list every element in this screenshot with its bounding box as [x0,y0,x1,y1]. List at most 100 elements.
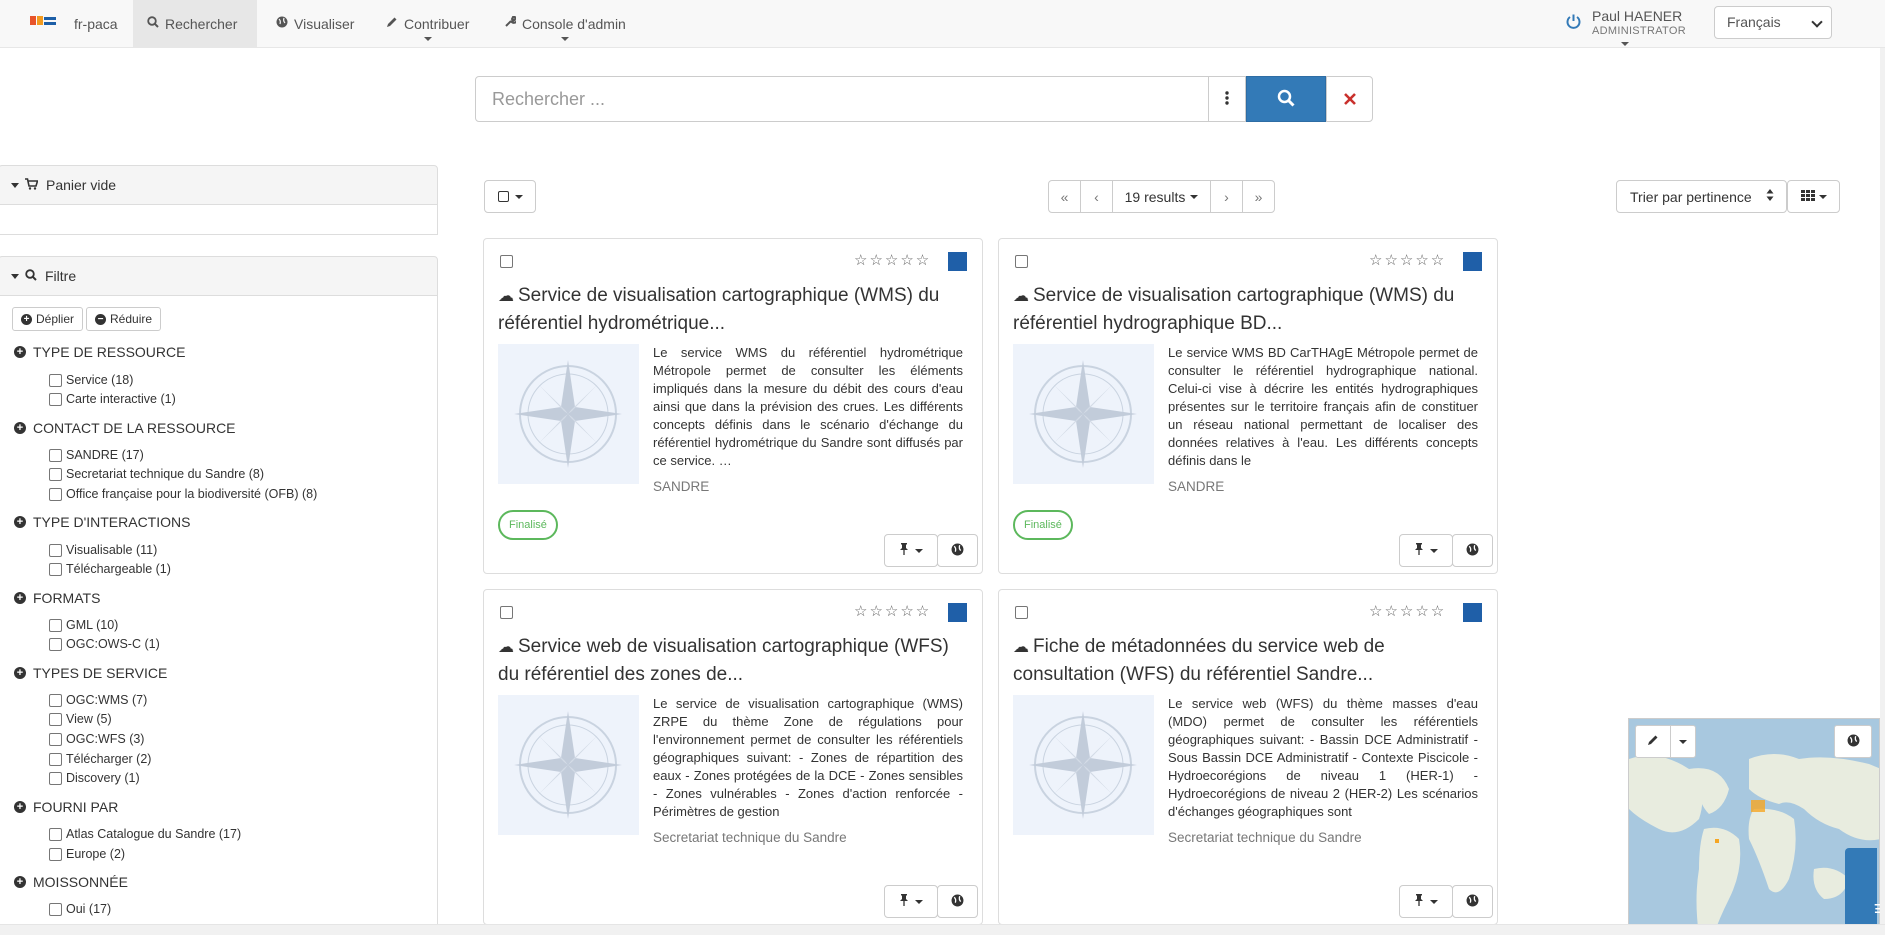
search-options-button[interactable] [1208,76,1246,122]
previous-page-button[interactable]: ‹ [1080,180,1113,213]
result-title[interactable]: ☁ Fiche de métadonnées du service web de … [1013,633,1483,688]
facet-harvested[interactable]: + MOISSONNÉE [14,874,128,890]
checkbox[interactable] [49,487,62,501]
brand-logo-icon[interactable] [30,16,58,30]
brand-link[interactable]: fr-paca [60,0,132,47]
facet-option[interactable]: OGC:WMS (7) [49,693,147,707]
view-on-map-button[interactable] [937,885,978,918]
checkbox[interactable] [49,771,62,785]
facet-option[interactable]: Visualisable (11) [49,543,157,557]
result-checkbox[interactable] [500,606,513,619]
result-checkbox[interactable] [1015,255,1028,268]
checkbox[interactable] [49,373,62,387]
view-on-map-button[interactable] [1452,885,1493,918]
facet-provided-by[interactable]: + FOURNI PAR [14,799,118,815]
facet-option[interactable]: Oui (17) [49,902,111,916]
checkbox[interactable] [49,827,62,841]
checkbox[interactable] [49,618,62,632]
select-all-dropdown[interactable] [484,180,536,213]
checkbox[interactable] [49,467,62,481]
facet-option[interactable]: Europe (2) [49,847,125,861]
facet-option[interactable]: GML (10) [49,618,118,632]
map-draw-dropdown[interactable] [1670,725,1696,758]
map-draw-button[interactable] [1635,725,1671,758]
rating-stars-icon[interactable]: ☆☆☆☆☆ [854,602,931,620]
rating-stars-icon[interactable]: ☆☆☆☆☆ [1369,602,1446,620]
checkbox[interactable] [49,902,62,916]
facet-option[interactable]: Service (18) [49,373,133,387]
rating-stars-icon[interactable]: ☆☆☆☆☆ [1369,251,1446,269]
facet-formats[interactable]: + FORMATS [14,590,100,606]
facet-interaction-type[interactable]: + TYPE D'INTERACTIONS [14,514,190,530]
checkbox[interactable] [49,543,62,557]
map-toggle-tab[interactable]: » CARTE [1845,848,1885,930]
last-page-button[interactable]: » [1242,180,1275,213]
facet-option[interactable]: Téléchargeable (1) [49,562,171,576]
checkbox[interactable] [49,637,62,651]
language-select[interactable]: Français [1714,6,1832,39]
result-card[interactable]: ☆☆☆☆☆ ☁ Fiche de métadonnées du service w… [998,589,1498,925]
view-on-map-button[interactable] [1452,534,1493,567]
result-checkbox[interactable] [1015,606,1028,619]
pin-dropdown-button[interactable] [884,885,938,918]
facet-option[interactable]: View (5) [49,712,112,726]
checkbox[interactable] [49,732,62,746]
checkbox[interactable] [49,712,62,726]
result-card[interactable]: ☆☆☆☆☆ ☁ Service de visualisation cartogra… [998,238,1498,574]
result-checkbox[interactable] [500,255,513,268]
view-on-map-button[interactable] [937,534,978,567]
checkbox[interactable] [49,693,62,707]
facet-option[interactable]: Télécharger (2) [49,752,151,766]
checkbox[interactable] [49,752,62,766]
checkbox[interactable] [49,562,62,576]
checkbox[interactable] [49,448,62,462]
map-globe-button[interactable] [1834,725,1872,758]
facet-resource-type[interactable]: + TYPE DE RESSOURCE [14,344,185,360]
facet-option[interactable]: Discovery (1) [49,771,140,785]
sort-dropdown[interactable]: Trier par pertinence [1616,180,1787,213]
facet-option[interactable]: OGC:OWS-C (1) [49,637,160,651]
facet-service-types[interactable]: + TYPES DE SERVICE [14,665,167,681]
facet-option[interactable]: Secretariat technique du Sandre (8) [49,467,264,481]
horizontal-scrollbar[interactable] [0,924,1885,935]
next-page-button[interactable]: › [1210,180,1243,213]
rating-stars-icon[interactable]: ☆☆☆☆☆ [854,251,931,269]
result-thumbnail[interactable] [1013,344,1154,484]
filter-panel-header[interactable]: Filtre [0,256,438,296]
mini-map[interactable] [1628,718,1880,935]
result-card[interactable]: ☆☆☆☆☆ ☁ Service de visualisation cartogra… [483,238,983,574]
pin-dropdown-button[interactable] [1399,885,1453,918]
collapse-all-button[interactable]: − Réduire [86,307,162,331]
result-thumbnail[interactable] [1013,695,1154,835]
first-page-button[interactable]: « [1048,180,1081,213]
facet-resource-contact[interactable]: + CONTACT DE LA RESSOURCE [14,420,236,436]
search-input[interactable]: Rechercher ... [475,76,1210,122]
result-thumbnail[interactable] [498,344,639,484]
facet-option[interactable]: SANDRE (17) [49,448,144,462]
grid-icon [1800,189,1815,204]
nav-search[interactable]: Rechercher [133,0,257,47]
result-title[interactable]: ☁ Service de visualisation cartographique… [1013,282,1483,337]
vertical-scrollbar[interactable] [1880,48,1885,924]
pin-dropdown-button[interactable] [1399,534,1453,567]
checkbox[interactable] [49,392,62,406]
basket-panel-header[interactable]: Panier vide [0,165,438,205]
pin-dropdown-button[interactable] [884,534,938,567]
clear-search-button[interactable] [1326,76,1373,122]
facet-option[interactable]: Office française pour la biodiversité (O… [49,487,317,501]
result-thumbnail[interactable] [498,695,639,835]
nav-admin-console[interactable]: Console d'admin [490,0,640,47]
view-mode-dropdown[interactable] [1787,180,1840,213]
expand-all-button[interactable]: + Déplier [12,307,84,331]
search-button[interactable] [1246,76,1326,122]
facet-option[interactable]: OGC:WFS (3) [49,732,144,746]
result-title[interactable]: ☁ Service web de visualisation cartograph… [498,633,968,688]
checkbox[interactable] [49,847,62,861]
result-card[interactable]: ☆☆☆☆☆ ☁ Service web de visualisation cart… [483,589,983,925]
facet-option[interactable]: Atlas Catalogue du Sandre (17) [49,827,241,841]
result-title[interactable]: ☁ Service de visualisation cartographique… [498,282,968,337]
results-count-dropdown[interactable]: 19 results [1112,180,1211,213]
facet-option[interactable]: Carte interactive (1) [49,392,176,406]
nav-visualiser[interactable]: Visualiser [262,0,368,47]
nav-contribuer[interactable]: Contribuer [372,0,483,47]
